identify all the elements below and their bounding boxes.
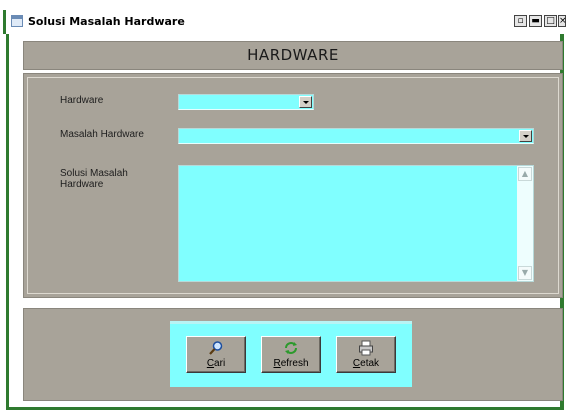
solusi-label-line1: Solusi Masalah bbox=[60, 168, 128, 179]
masalah-hardware-combobox[interactable] bbox=[178, 128, 534, 144]
header-panel: HARDWARE bbox=[23, 41, 563, 70]
action-panel: Cari Refresh Cetak bbox=[23, 308, 563, 401]
title-bar-accent bbox=[3, 10, 6, 34]
search-icon bbox=[209, 341, 223, 355]
chevron-down-icon[interactable] bbox=[519, 130, 532, 142]
page-title: HARDWARE bbox=[247, 46, 339, 64]
solusi-label: Solusi Masalah Hardware bbox=[60, 168, 128, 190]
print-icon bbox=[359, 340, 373, 356]
refresh-icon bbox=[285, 342, 297, 354]
cari-button[interactable]: Cari bbox=[186, 336, 246, 373]
refresh-label: Refresh bbox=[273, 358, 309, 369]
hardware-combobox[interactable] bbox=[178, 94, 314, 110]
window-frame: HARDWARE Hardware Masalah Hardware Solus… bbox=[6, 34, 564, 410]
scroll-up-icon[interactable]: ▲ bbox=[518, 167, 532, 181]
client-area: HARDWARE Hardware Masalah Hardware Solus… bbox=[9, 34, 563, 407]
restore-button[interactable]: ▫ bbox=[514, 15, 527, 27]
scroll-down-icon[interactable]: ▼ bbox=[518, 266, 532, 280]
vertical-scrollbar[interactable]: ▲ ▼ bbox=[517, 166, 533, 281]
chevron-down-icon[interactable] bbox=[299, 96, 312, 108]
window-title: Solusi Masalah Hardware bbox=[28, 15, 185, 28]
cetak-label: Cetak bbox=[352, 358, 380, 369]
close-button[interactable]: × bbox=[558, 15, 567, 27]
cetak-button[interactable]: Cetak bbox=[336, 336, 396, 373]
app-window: Solusi Masalah Hardware ▫ ▬ □ × HARDWARE… bbox=[3, 10, 567, 410]
maximize-button[interactable]: □ bbox=[544, 15, 557, 27]
solusi-textarea[interactable]: ▲ ▼ bbox=[178, 165, 534, 282]
window-icon bbox=[11, 15, 23, 27]
cari-label: Cari bbox=[206, 358, 226, 369]
minimize-button[interactable]: ▬ bbox=[529, 15, 542, 27]
solusi-label-line2: Hardware bbox=[60, 179, 104, 190]
button-bar: Cari Refresh Cetak bbox=[170, 321, 412, 387]
title-bar[interactable]: Solusi Masalah Hardware ▫ ▬ □ × bbox=[3, 10, 567, 34]
form-panel: Hardware Masalah Hardware Solusi Masalah… bbox=[23, 73, 563, 298]
hardware-label: Hardware bbox=[60, 95, 104, 106]
refresh-button[interactable]: Refresh bbox=[261, 336, 321, 373]
masalah-hardware-label: Masalah Hardware bbox=[60, 129, 144, 140]
